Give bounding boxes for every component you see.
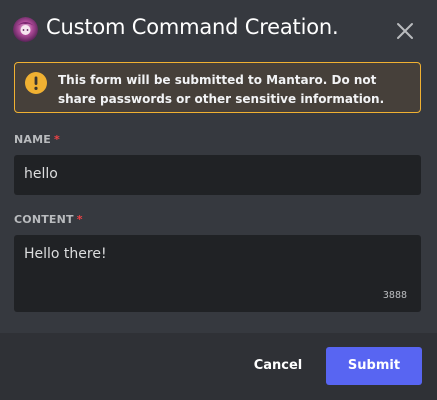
content-label-text: CONTENT [14, 213, 74, 226]
character-counter: 3888 [382, 290, 407, 301]
content-textarea-value: Hello there! [24, 246, 107, 262]
close-button[interactable] [392, 18, 418, 44]
warning-icon [25, 72, 47, 94]
warning-notice: This form will be submitted to Mantaro. … [14, 62, 421, 113]
content-field-label: CONTENT * [14, 213, 83, 226]
notice-text: This form will be submitted to Mantaro. … [58, 71, 408, 109]
notice-text-before: This form will be submitted to [58, 73, 267, 87]
submit-button[interactable]: Submit [326, 347, 422, 385]
content-required-mark: * [76, 213, 83, 226]
name-required-mark: * [53, 133, 60, 146]
close-icon [397, 23, 413, 39]
cancel-button[interactable]: Cancel [242, 347, 314, 385]
notice-app-name: Mantaro [266, 73, 323, 87]
name-field-label: NAME * [14, 133, 60, 146]
name-input[interactable]: hello [14, 155, 421, 195]
name-input-value: hello [24, 166, 58, 182]
app-avatar [13, 17, 38, 42]
app-avatar-image [13, 17, 38, 42]
modal-title: Custom Command Creation. [46, 15, 339, 39]
content-textarea[interactable]: Hello there! 3888 [14, 235, 421, 312]
name-label-text: NAME [14, 133, 51, 146]
custom-command-modal: Custom Command Creation. This form will … [0, 0, 437, 400]
modal-footer: Cancel Submit [0, 333, 437, 400]
modal-header: Custom Command Creation. [0, 0, 437, 58]
